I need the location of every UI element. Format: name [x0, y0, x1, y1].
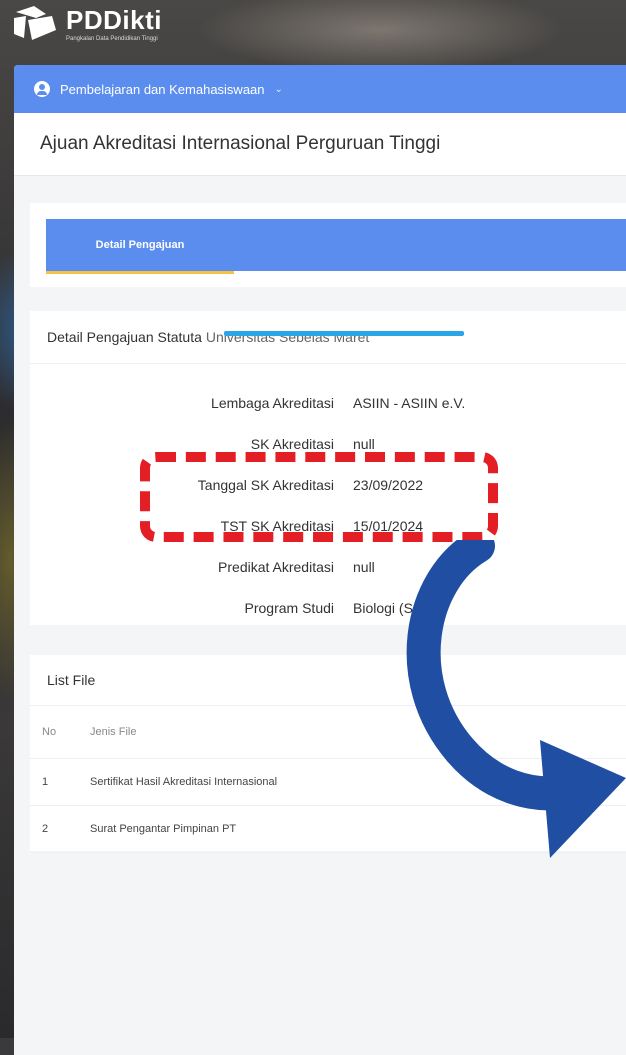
user-circle-icon: [34, 81, 50, 97]
detail-label: Program Studi: [244, 599, 334, 616]
detail-label: Predikat Akreditasi: [218, 558, 334, 575]
tab-detail-pengajuan[interactable]: Detail Pengajuan: [46, 219, 234, 271]
menu-dropdown-label[interactable]: Pembelajaran dan Kemahasiswaan: [60, 82, 265, 97]
detail-value: null: [353, 435, 375, 452]
logo-icon: [14, 6, 56, 40]
highlight-annotation-box: [140, 452, 498, 542]
column-header-no: No: [42, 726, 57, 738]
detail-card-header: Detail Pengajuan Statuta Universitas Seb…: [30, 311, 626, 364]
page-header: Ajuan Akreditasi Internasional Perguruan…: [14, 113, 626, 176]
brand-tagline: Pangkalan Data Pendidikan Tinggi: [66, 35, 158, 42]
top-menu-bar: Pembelajaran dan Kemahasiswaan ⌄: [14, 65, 626, 113]
detail-row: Lembaga Akreditasi ASIIN - ASIIN e.V.: [30, 382, 626, 423]
detail-label: SK Akreditasi: [250, 435, 334, 452]
active-tab-indicator: [46, 271, 234, 274]
detail-value: null: [353, 558, 375, 575]
chevron-down-icon[interactable]: ⌄: [275, 84, 283, 95]
page-title: Ajuan Akreditasi Internasional Perguruan…: [40, 133, 441, 154]
redaction-mark: [224, 331, 464, 336]
curved-arrow-annotation: [406, 540, 626, 858]
tab-bar: Detail Pengajuan: [46, 219, 626, 271]
tab-card: Detail Pengajuan: [30, 203, 626, 287]
brand-name: PDDikti: [66, 4, 162, 35]
pddikti-logo[interactable]: PDDikti Pangkalan Data Pendidikan Tinggi: [12, 4, 162, 44]
detail-heading: Detail Pengajuan Statuta: [47, 329, 202, 345]
row-number: 2: [42, 823, 49, 835]
row-number: 1: [42, 776, 49, 788]
detail-label: Lembaga Akreditasi: [211, 394, 334, 411]
detail-value: ASIIN - ASIIN e.V.: [353, 394, 466, 411]
